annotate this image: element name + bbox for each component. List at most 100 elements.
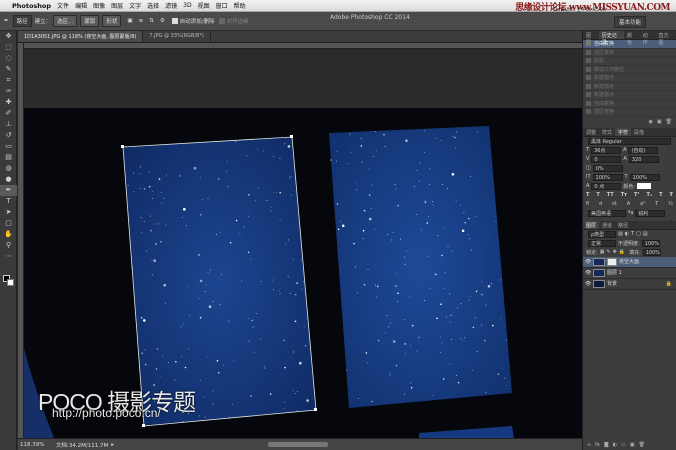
menu-3d[interactable]: 3D <box>183 2 191 9</box>
tab-document-2[interactable]: 7.JPG @ 33%(RGB/8*) <box>143 31 211 42</box>
path-align-icon[interactable]: ≡ <box>139 18 144 24</box>
history-item[interactable]: 移动工作路径 <box>583 66 676 74</box>
history-item[interactable]: 选区变换 <box>583 108 676 117</box>
delete-layer-icon[interactable]: 🗑 <box>639 442 645 448</box>
tsume-field[interactable]: 0% <box>592 164 623 172</box>
add-mask-icon[interactable]: ◙ <box>604 442 609 448</box>
vertical-scale-field[interactable]: 100% <box>592 173 623 181</box>
menu-edit[interactable]: 编辑 <box>75 1 87 10</box>
hand-tool-icon[interactable]: ✋ <box>0 229 17 240</box>
tracking-field[interactable]: 320 <box>628 155 659 163</box>
faux-bold-icon[interactable]: T <box>586 192 589 198</box>
strikethrough-icon[interactable]: Ŧ <box>670 192 673 198</box>
font-family-select[interactable]: 黑体 Regular <box>588 137 671 145</box>
align-edges-checkbox[interactable] <box>218 18 225 24</box>
subscript-icon[interactable]: T₁ <box>647 192 653 198</box>
tab-document-1[interactable]: 1D1A3051.JPG @ 118% (夜空大画, 图层蒙版/8) <box>18 31 144 42</box>
tab-paths[interactable]: 路径 <box>615 221 631 229</box>
make-mask-button[interactable]: 蒙版 <box>80 15 100 27</box>
filter-shape-icon[interactable]: ▢ <box>636 231 641 237</box>
visibility-eye-icon[interactable]: 👁 <box>585 270 591 276</box>
leading-field[interactable]: (自动) <box>628 146 659 154</box>
gradient-tool-icon[interactable]: ▤ <box>0 152 17 163</box>
filter-smart-icon[interactable]: ▤ <box>643 231 648 237</box>
horizontal-scale-field[interactable]: 100% <box>629 173 660 181</box>
alternates-icon[interactable]: A <box>627 201 630 207</box>
visibility-eye-icon[interactable]: 👁 <box>585 259 591 265</box>
snapshot-icon[interactable]: ◉ <box>649 119 653 125</box>
zoom-level[interactable]: 118.39% <box>20 442 50 448</box>
menu-layer[interactable]: 图层 <box>111 1 123 10</box>
eyedropper-tool-icon[interactable]: ✑ <box>0 86 17 97</box>
history-item[interactable]: 自由变换 <box>583 100 676 108</box>
brush-tool-icon[interactable]: ✐ <box>0 108 17 119</box>
tab-color[interactable]: 颜色 <box>624 31 640 46</box>
make-selection-button[interactable]: 选区... <box>53 15 78 27</box>
new-group-icon[interactable]: ▭ <box>621 442 626 448</box>
new-layer-icon[interactable]: ▣ <box>630 442 635 448</box>
healing-tool-icon[interactable]: ✚ <box>0 97 17 108</box>
swash-icon[interactable]: st <box>612 201 617 207</box>
layer-style-icon[interactable]: fx <box>595 442 600 448</box>
layer-mask-thumbnail[interactable] <box>607 257 617 266</box>
font-size-field[interactable]: 36点 <box>591 146 622 154</box>
make-shape-button[interactable]: 形状 <box>102 15 122 27</box>
document-size[interactable]: 文档:34.2M/111.7M <box>56 441 108 449</box>
kerning-field[interactable]: 0 <box>591 155 622 163</box>
tab-histogram[interactable]: 直方图 <box>655 31 676 46</box>
layer-kind-select[interactable]: ρ类型 <box>588 230 616 238</box>
pen-tool-selected-icon[interactable]: ✒ <box>0 185 17 196</box>
blur-tool-icon[interactable]: ◍ <box>0 163 17 174</box>
horizontal-scrollbar[interactable] <box>268 442 328 447</box>
fill-field[interactable]: 100% <box>642 248 661 256</box>
link-layers-icon[interactable]: ∞ <box>587 442 591 448</box>
status-arrow-icon[interactable]: ▸ <box>111 442 114 448</box>
move-tool-icon[interactable]: ✥ <box>0 31 17 42</box>
marquee-tool-icon[interactable]: ⬚ <box>0 42 17 53</box>
menu-image[interactable]: 图像 <box>93 1 105 10</box>
small-caps-icon[interactable]: Tт <box>621 192 627 198</box>
settings-gear-icon[interactable]: ⚙ <box>160 18 165 24</box>
dodge-tool-icon[interactable]: ● <box>0 174 17 185</box>
new-document-icon[interactable]: ▣ <box>657 119 662 125</box>
trash-icon[interactable]: 🗑 <box>666 119 672 125</box>
zoom-tool-icon[interactable]: ⚲ <box>0 240 17 251</box>
text-color-swatch[interactable] <box>637 183 652 189</box>
lock-all-icon[interactable]: 🔒 <box>619 249 625 255</box>
more-tools-icon[interactable]: ⋯ <box>0 251 17 262</box>
pen-tool-icon[interactable]: ✒ <box>4 18 9 24</box>
menu-help[interactable]: 帮助 <box>234 1 246 10</box>
type-tool-icon[interactable]: T <box>0 196 17 207</box>
layer-row[interactable]: 👁 夜空大画 <box>583 256 676 268</box>
filter-type-icon[interactable]: T <box>631 231 634 237</box>
stamp-tool-icon[interactable]: ⊥ <box>0 119 17 130</box>
titling-icon[interactable]: T <box>655 201 658 207</box>
quick-select-tool-icon[interactable]: ✎ <box>0 64 17 75</box>
layer-row[interactable]: 👁 图层 1 <box>583 268 676 279</box>
history-item[interactable]: 粘贴 <box>583 57 676 66</box>
old-style-icon[interactable]: ơ <box>599 201 602 207</box>
history-item[interactable]: 新建锚点 <box>583 74 676 83</box>
menu-filter[interactable]: 滤镜 <box>165 1 177 10</box>
underline-icon[interactable]: T <box>659 192 662 198</box>
tab-layers[interactable]: 图层 <box>583 220 600 229</box>
visibility-eye-icon[interactable]: 👁 <box>585 281 591 287</box>
path-arrange-icon[interactable]: ⇅ <box>149 18 154 24</box>
lock-paint-icon[interactable]: ✎ <box>606 249 610 255</box>
layer-row[interactable]: 👁 背景 🔒 <box>583 279 676 290</box>
eraser-tool-icon[interactable]: ▭ <box>0 141 17 152</box>
shape-tool-icon[interactable]: ▢ <box>0 218 17 229</box>
blend-mode-select[interactable]: 正常 <box>588 239 616 247</box>
adjustment-layer-icon[interactable]: ◐ <box>613 442 617 448</box>
fractions-icon[interactable]: ½ <box>668 201 673 207</box>
history-brush-tool-icon[interactable]: ↺ <box>0 130 17 141</box>
tab-layers-mini[interactable]: 图层 <box>583 31 599 46</box>
antialias-select[interactable]: 锐利 <box>635 209 666 217</box>
baseline-field[interactable]: 0 点 <box>591 182 622 190</box>
tab-history[interactable]: 历史记录 <box>598 31 625 46</box>
lock-pixels-icon[interactable]: ▦ <box>600 249 605 255</box>
menu-type[interactable]: 文字 <box>129 1 141 10</box>
faux-italic-icon[interactable]: T <box>596 192 599 198</box>
tab-paragraph[interactable]: 段落 <box>631 128 647 136</box>
filter-pixel-icon[interactable]: ▨ <box>618 231 623 237</box>
